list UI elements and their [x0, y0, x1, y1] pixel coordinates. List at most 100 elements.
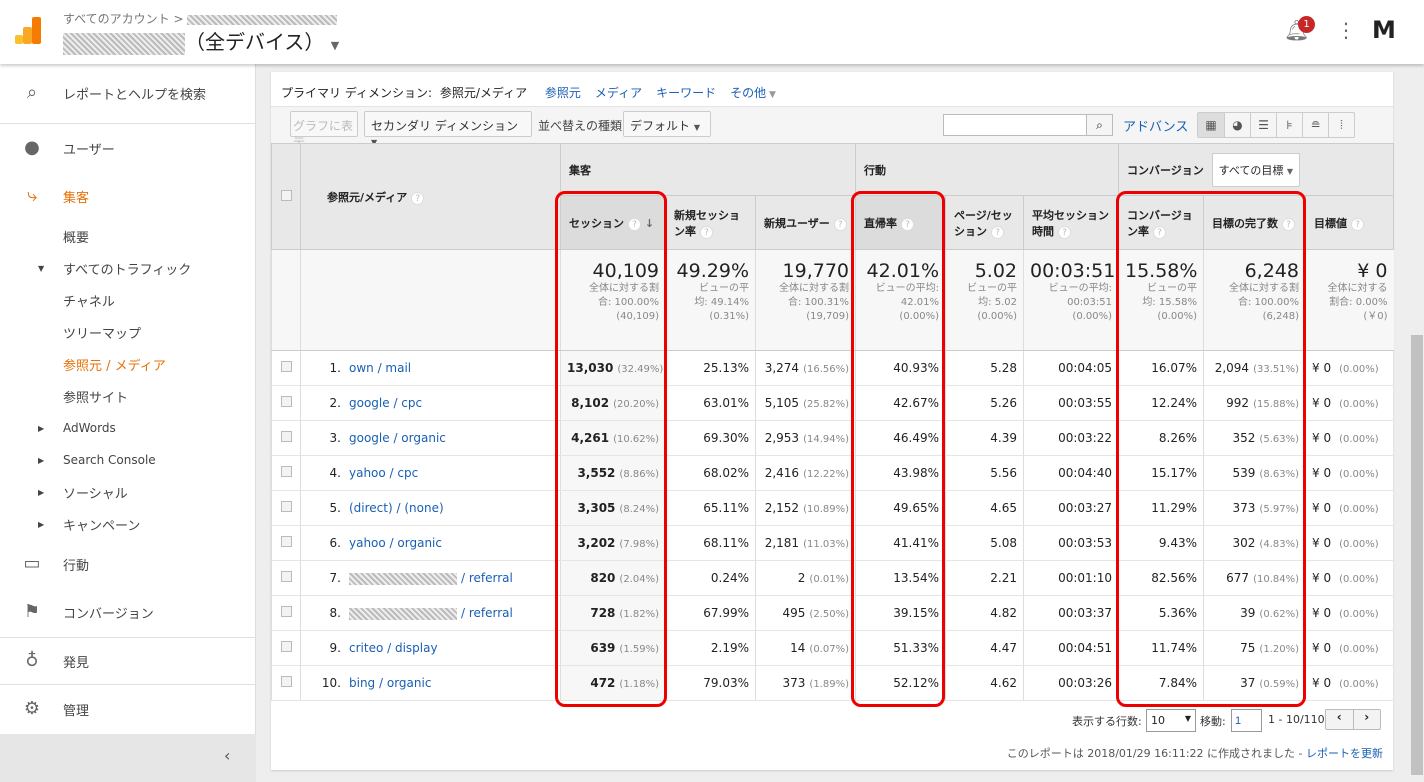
help-icon[interactable]: ?	[700, 225, 713, 239]
percent: (0.00%)	[1339, 399, 1379, 410]
plot-rows-button[interactable]: グラフに表示	[290, 111, 358, 150]
source-medium-link[interactable]: google / cpc	[349, 396, 422, 410]
help-icon[interactable]: ?	[1058, 225, 1071, 239]
sort-type-select[interactable]: デフォルト ▼	[623, 111, 711, 137]
value: 14	[790, 641, 806, 655]
sidebar-item-admin[interactable]: ⚙ 管理	[0, 694, 256, 724]
column-header-goal-value[interactable]: 目標値?	[1305, 195, 1394, 250]
help-icon[interactable]: ?	[1351, 217, 1364, 231]
dimension-header[interactable]: 参照元/メディア?	[300, 143, 561, 250]
pivot-view-icon[interactable]: ⦙	[1328, 113, 1354, 137]
sidebar-sub-adwords[interactable]: ▶ AdWords	[0, 413, 256, 443]
top-header: すべてのアカウント > （全デバイス） ▼ 🔔︎ 1 ⋮ M	[0, 0, 1424, 64]
column-label: 目標値	[1314, 216, 1347, 230]
row-checkbox-cell	[271, 665, 301, 701]
sidebar-sub-search-console[interactable]: ▶ Search Console	[0, 445, 256, 475]
dimension-source[interactable]: 参照元	[545, 86, 581, 100]
secondary-dimension-select[interactable]: セカンダリ ディメンション ▼	[364, 111, 532, 147]
source-medium-link[interactable]: own / mail	[349, 361, 411, 375]
comparison-view-icon[interactable]: ⊧	[1276, 113, 1302, 137]
sidebar-item-acquisition[interactable]: ⤷ 集客	[0, 181, 256, 211]
help-icon[interactable]: ?	[833, 217, 847, 231]
dimension-other[interactable]: その他	[730, 86, 766, 100]
table-view-icon[interactable]: ▦	[1198, 113, 1224, 137]
row-checkbox[interactable]	[280, 361, 292, 372]
source-medium-link[interactable]: / referral	[461, 571, 513, 585]
row-checkbox[interactable]	[280, 396, 292, 407]
source-medium-link[interactable]: criteo / display	[349, 641, 438, 655]
next-page-button[interactable]: ›	[1352, 710, 1381, 729]
scrollbar[interactable]	[1411, 335, 1423, 775]
notification-badge: 1	[1298, 16, 1315, 33]
goto-page-input[interactable]	[1231, 709, 1262, 732]
column-header-new-session-rate[interactable]: 新規セッション率?	[665, 195, 756, 250]
source-medium-link[interactable]: yahoo / cpc	[349, 466, 418, 480]
prev-page-button[interactable]: ‹	[1326, 710, 1353, 729]
column-header-avg-session-duration[interactable]: 平均セッション時間?	[1023, 195, 1119, 250]
summary-value: 19,770	[782, 260, 849, 282]
row-checkbox[interactable]	[280, 641, 292, 652]
sidebar-item-discover[interactable]: ♁ 発見	[0, 646, 256, 676]
source-medium-link[interactable]: / referral	[461, 606, 513, 620]
sidebar-item-behavior[interactable]: ▭ 行動	[0, 549, 256, 579]
value: ¥ 0	[1312, 676, 1332, 690]
column-header-pages-per-session[interactable]: ページ/セッション?	[945, 195, 1024, 250]
table-search-input[interactable]	[943, 114, 1087, 136]
sidebar-sub-overview[interactable]: 概要	[0, 221, 256, 251]
caret-right-icon: ▶	[38, 455, 45, 465]
more-icon[interactable]: ⋮	[1336, 18, 1356, 42]
sidebar-sub-social[interactable]: ▶ ソーシャル	[0, 477, 256, 507]
refresh-report-link[interactable]: レポートを更新	[1306, 747, 1383, 760]
value: 2,181	[764, 536, 800, 550]
source-medium-link[interactable]: yahoo / organic	[349, 536, 442, 550]
row-checkbox[interactable]	[280, 431, 292, 442]
dimension-keyword[interactable]: キーワード	[656, 86, 716, 100]
row-checkbox[interactable]	[280, 606, 292, 617]
row-checkbox[interactable]	[280, 501, 292, 512]
sidebar-search[interactable]: ⌕ レポートとヘルプを検索	[0, 78, 256, 108]
dimension-cell: 10. bing / organic	[300, 665, 561, 701]
sidebar-item-conversions[interactable]: ⚑ コンバージョン	[0, 597, 256, 627]
source-medium-link[interactable]: bing / organic	[349, 676, 431, 690]
column-header-new-users[interactable]: 新規ユーザー?	[755, 195, 856, 250]
group-acquisition: 集客	[560, 143, 856, 196]
row-checkbox[interactable]	[280, 466, 292, 477]
help-icon[interactable]: ?	[411, 191, 425, 205]
collapse-sidebar[interactable]: ‹	[0, 734, 256, 782]
sidebar-sub-treemap[interactable]: ツリーマップ	[0, 317, 256, 347]
search-button[interactable]: ⌕	[1086, 114, 1113, 136]
goal-select[interactable]: すべての目標 ▼	[1211, 152, 1301, 187]
percent: (25.82%)	[803, 399, 849, 410]
help-icon[interactable]: ?	[991, 225, 1004, 239]
value: ¥ 0	[1312, 571, 1332, 585]
row-checkbox[interactable]	[280, 536, 292, 547]
row-checkbox[interactable]	[280, 571, 292, 582]
avatar[interactable]: M	[1372, 16, 1396, 44]
row-checkbox[interactable]	[280, 676, 292, 687]
advanced-link[interactable]: アドバンス	[1123, 116, 1188, 135]
sidebar-sub-campaigns[interactable]: ▶ キャンペーン	[0, 509, 256, 539]
property-selector[interactable]: （全デバイス） ▼	[63, 26, 339, 55]
value: ¥ 0	[1312, 606, 1332, 620]
caret-right-icon: ▶	[38, 487, 45, 497]
dimension-cell: 5. (direct) / (none)	[300, 490, 561, 526]
sidebar-sub-referrals[interactable]: 参照サイト	[0, 381, 256, 411]
dimension-medium[interactable]: メディア	[595, 86, 642, 100]
sidebar-sub-source-medium[interactable]: 参照元 / メディア	[0, 349, 256, 379]
new-users-cell: 2,953 (14.94%)	[755, 420, 856, 456]
source-medium-link[interactable]: google / organic	[349, 431, 446, 445]
person-icon: ●	[24, 137, 40, 158]
rows-per-page-select[interactable]: 10 ▼	[1146, 709, 1196, 732]
sidebar-sub-all-traffic[interactable]: ▼ すべてのトラフィック	[0, 253, 256, 283]
row-number: 3.	[329, 431, 341, 445]
breadcrumb[interactable]: すべてのアカウント >	[63, 10, 338, 27]
pie-view-icon[interactable]: ◕	[1224, 113, 1250, 137]
select-all-checkbox[interactable]	[280, 189, 292, 201]
term-cloud-view-icon[interactable]: ≘	[1302, 113, 1328, 137]
summary-detail: 均: 5.02	[978, 297, 1017, 308]
sidebar-item-users[interactable]: ● ユーザー	[0, 133, 256, 163]
performance-view-icon[interactable]: ☰	[1250, 113, 1276, 137]
sidebar-sub-channels[interactable]: チャネル	[0, 285, 256, 315]
caret-down-icon: ▼	[1184, 714, 1191, 723]
source-medium-link[interactable]: (direct) / (none)	[349, 501, 444, 515]
